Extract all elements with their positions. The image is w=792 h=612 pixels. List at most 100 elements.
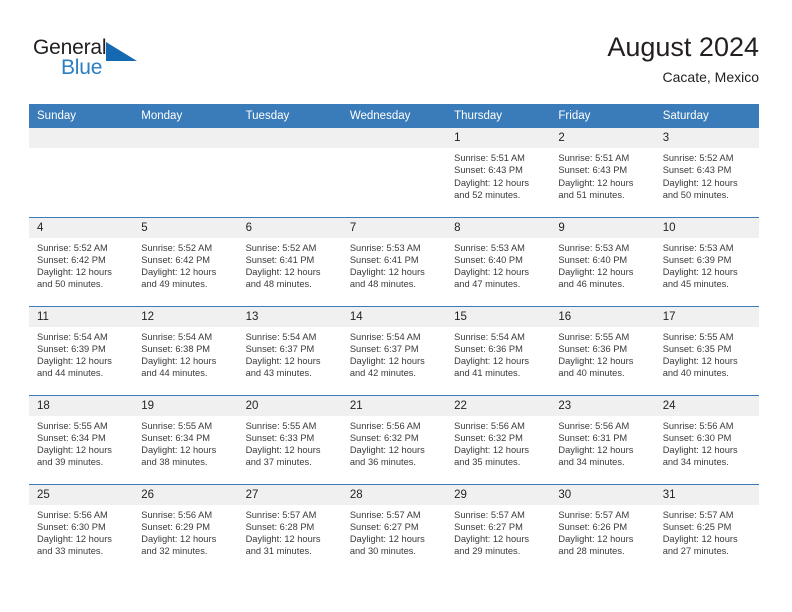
daylight-text-line2: and 40 minutes. — [662, 368, 729, 379]
daylight-text-line1: Daylight: 12 hours — [662, 445, 738, 456]
sunrise-text: Sunrise: 5:54 AM — [454, 331, 525, 342]
day-number: 21 — [341, 395, 447, 416]
day-number: 31 — [654, 484, 759, 505]
sunset-text: Sunset: 6:34 PM — [37, 432, 106, 443]
calendar-day-cell[interactable]: 22 Sunrise: 5:56 AM Sunset: 6:32 PM Dayligh… — [446, 394, 551, 484]
calendar-week-row: 11 Sunrise: 5:54 AM Sunset: 6:39 PM Dayligh… — [29, 305, 759, 395]
sunset-text: Sunset: 6:33 PM — [245, 432, 315, 443]
daylight-text-line2: and 30 minutes. — [349, 546, 416, 557]
day-number: 25 — [29, 484, 134, 505]
calendar-day-cell[interactable]: 17 Sunrise: 5:55 AM Sunset: 6:35 PM Dayligh… — [654, 305, 759, 395]
sunset-text: Sunset: 6:41 PM — [349, 254, 419, 265]
calendar-day-cell[interactable]: 14 Sunrise: 5:54 AM Sunset: 6:37 PM Dayligh… — [341, 305, 447, 395]
sunrise-text: Sunrise: 5:53 AM — [662, 242, 734, 253]
calendar-day-cell[interactable]: 29 Sunrise: 5:57 AM Sunset: 6:27 PM Dayligh… — [446, 483, 551, 573]
day-number — [133, 128, 238, 148]
calendar-day-cell[interactable]: 26 Sunrise: 5:56 AM Sunset: 6:29 PM Dayligh… — [133, 483, 238, 573]
calendar-day-cell[interactable]: 27 Sunrise: 5:57 AM Sunset: 6:28 PM Dayligh… — [237, 483, 342, 573]
weekday-header-row: Sunday Monday Tuesday Wednesday Thursday… — [29, 104, 759, 128]
calendar-day-cell[interactable]: 23 Sunrise: 5:56 AM Sunset: 6:31 PM Dayligh… — [550, 394, 655, 484]
calendar-day-cell[interactable]: 16 Sunrise: 5:55 AM Sunset: 6:36 PM Dayligh… — [550, 305, 655, 395]
sunrise-text: Sunrise: 5:57 AM — [558, 509, 630, 520]
day-number: 13 — [237, 306, 342, 327]
calendar-day-cell[interactable]: 13 Sunrise: 5:54 AM Sunset: 6:37 PM Dayligh… — [237, 305, 342, 395]
calendar-day-cell[interactable]: 1 Sunrise: 5:51 AM Sunset: 6:43 PM Daylight… — [446, 128, 551, 217]
weekday-header-wednesday: Wednesday — [341, 104, 447, 128]
sunrise-text: Sunrise: 5:57 AM — [349, 509, 421, 520]
day-details: Sunrise: 5:56 AM Sunset: 6:29 PM Daylight:… — [133, 505, 237, 558]
sunset-text: Sunset: 6:42 PM — [141, 254, 211, 265]
calendar-day-cell[interactable]: 5 Sunrise: 5:52 AM Sunset: 6:42 PM Daylight… — [133, 216, 238, 306]
sunrise-text: Sunrise: 5:56 AM — [558, 420, 630, 431]
day-details: Sunrise: 5:57 AM Sunset: 6:27 PM Daylight:… — [342, 505, 446, 558]
calendar-day-cell[interactable]: 10 Sunrise: 5:53 AM Sunset: 6:39 PM Dayligh… — [654, 216, 759, 306]
daylight-text-line2: and 29 minutes. — [454, 546, 521, 557]
day-details: Sunrise: 5:56 AM Sunset: 6:32 PM Daylight:… — [446, 416, 550, 469]
weekday-header-tuesday: Tuesday — [237, 104, 342, 128]
sunrise-text: Sunrise: 5:56 AM — [662, 420, 734, 431]
calendar-day-cell[interactable]: 20 Sunrise: 5:55 AM Sunset: 6:33 PM Dayligh… — [237, 394, 342, 484]
calendar-day-cell[interactable]: 4 Sunrise: 5:52 AM Sunset: 6:42 PM Daylight… — [29, 216, 134, 306]
brand-logo[interactable]: General Blue — [33, 36, 233, 88]
calendar-day-cell[interactable]: 11 Sunrise: 5:54 AM Sunset: 6:39 PM Dayligh… — [29, 305, 134, 395]
day-number: 23 — [550, 395, 655, 416]
calendar-day-cell[interactable]: 31 Sunrise: 5:57 AM Sunset: 6:25 PM Dayligh… — [654, 483, 759, 573]
calendar-day-cell[interactable]: 12 Sunrise: 5:54 AM Sunset: 6:38 PM Dayligh… — [133, 305, 238, 395]
daylight-text-line2: and 33 minutes. — [37, 546, 104, 557]
calendar-day-cell-empty — [133, 128, 238, 217]
daylight-text-line2: and 37 minutes. — [245, 457, 312, 468]
daylight-text-line2: and 48 minutes. — [245, 279, 312, 290]
day-number: 15 — [446, 306, 551, 327]
weekday-header-thursday: Thursday — [446, 104, 551, 128]
daylight-text-line2: and 45 minutes. — [662, 279, 729, 290]
sunrise-text: Sunrise: 5:52 AM — [37, 242, 108, 253]
daylight-text-line1: Daylight: 12 hours — [662, 177, 738, 188]
day-number: 18 — [29, 395, 134, 416]
calendar-day-cell[interactable]: 8 Sunrise: 5:53 AM Sunset: 6:40 PM Daylight… — [446, 216, 551, 306]
day-details: Sunrise: 5:52 AM Sunset: 6:42 PM Daylight:… — [133, 238, 237, 291]
daylight-text-line1: Daylight: 12 hours — [141, 267, 217, 278]
day-details: Sunrise: 5:57 AM Sunset: 6:25 PM Daylight:… — [655, 505, 759, 558]
day-number — [341, 128, 447, 148]
calendar-week-row: 18 Sunrise: 5:55 AM Sunset: 6:34 PM Dayligh… — [29, 394, 759, 484]
daylight-text-line2: and 34 minutes. — [558, 457, 625, 468]
daylight-text-line2: and 48 minutes. — [349, 279, 416, 290]
daylight-text-line1: Daylight: 12 hours — [245, 534, 321, 545]
sunset-text: Sunset: 6:38 PM — [141, 343, 211, 354]
day-details: Sunrise: 5:55 AM Sunset: 6:36 PM Daylight:… — [550, 327, 654, 380]
sunset-text: Sunset: 6:37 PM — [349, 343, 419, 354]
calendar-day-cell-empty — [341, 128, 447, 217]
calendar-page: General Blue August 2024 Cacate, Mexico … — [0, 0, 792, 612]
calendar-day-cell[interactable]: 3 Sunrise: 5:52 AM Sunset: 6:43 PM Daylight… — [654, 128, 759, 217]
daylight-text-line1: Daylight: 12 hours — [454, 356, 530, 367]
calendar-day-cell[interactable]: 7 Sunrise: 5:53 AM Sunset: 6:41 PM Daylight… — [341, 216, 447, 306]
calendar-day-cell[interactable]: 24 Sunrise: 5:56 AM Sunset: 6:30 PM Dayligh… — [654, 394, 759, 484]
daylight-text-line2: and 44 minutes. — [141, 368, 208, 379]
daylight-text-line1: Daylight: 12 hours — [349, 267, 425, 278]
title-block: August 2024 Cacate, Mexico — [607, 30, 759, 87]
calendar-day-cell[interactable]: 30 Sunrise: 5:57 AM Sunset: 6:26 PM Dayligh… — [550, 483, 655, 573]
daylight-text-line2: and 40 minutes. — [558, 368, 625, 379]
daylight-text-line1: Daylight: 12 hours — [245, 356, 321, 367]
daylight-text-line1: Daylight: 12 hours — [558, 177, 634, 188]
day-number: 3 — [654, 128, 759, 148]
calendar-day-cell[interactable]: 18 Sunrise: 5:55 AM Sunset: 6:34 PM Dayligh… — [29, 394, 134, 484]
day-details: Sunrise: 5:56 AM Sunset: 6:30 PM Daylight:… — [655, 416, 759, 469]
calendar-week-row: 1 Sunrise: 5:51 AM Sunset: 6:43 PM Daylight… — [29, 128, 759, 217]
calendar-day-cell[interactable]: 25 Sunrise: 5:56 AM Sunset: 6:30 PM Dayligh… — [29, 483, 134, 573]
calendar-day-cell[interactable]: 19 Sunrise: 5:55 AM Sunset: 6:34 PM Dayligh… — [133, 394, 238, 484]
day-details: Sunrise: 5:52 AM Sunset: 6:43 PM Daylight:… — [655, 148, 759, 201]
day-details: Sunrise: 5:52 AM Sunset: 6:41 PM Daylight:… — [238, 238, 342, 291]
daylight-text-line2: and 38 minutes. — [141, 457, 208, 468]
day-number: 19 — [133, 395, 238, 416]
calendar-day-cell[interactable]: 28 Sunrise: 5:57 AM Sunset: 6:27 PM Dayligh… — [341, 483, 447, 573]
calendar-week-row: 4 Sunrise: 5:52 AM Sunset: 6:42 PM Daylight… — [29, 216, 759, 306]
calendar-day-cell[interactable]: 9 Sunrise: 5:53 AM Sunset: 6:40 PM Daylight… — [550, 216, 655, 306]
daylight-text-line2: and 28 minutes. — [558, 546, 625, 557]
calendar-day-cell[interactable]: 6 Sunrise: 5:52 AM Sunset: 6:41 PM Daylight… — [237, 216, 342, 306]
calendar-day-cell[interactable]: 2 Sunrise: 5:51 AM Sunset: 6:43 PM Daylight… — [550, 128, 655, 217]
calendar-day-cell[interactable]: 21 Sunrise: 5:56 AM Sunset: 6:32 PM Dayligh… — [341, 394, 447, 484]
weekday-header-sunday: Sunday — [29, 104, 134, 128]
day-details: Sunrise: 5:53 AM Sunset: 6:41 PM Daylight:… — [342, 238, 446, 291]
calendar-day-cell[interactable]: 15 Sunrise: 5:54 AM Sunset: 6:36 PM Dayligh… — [446, 305, 551, 395]
